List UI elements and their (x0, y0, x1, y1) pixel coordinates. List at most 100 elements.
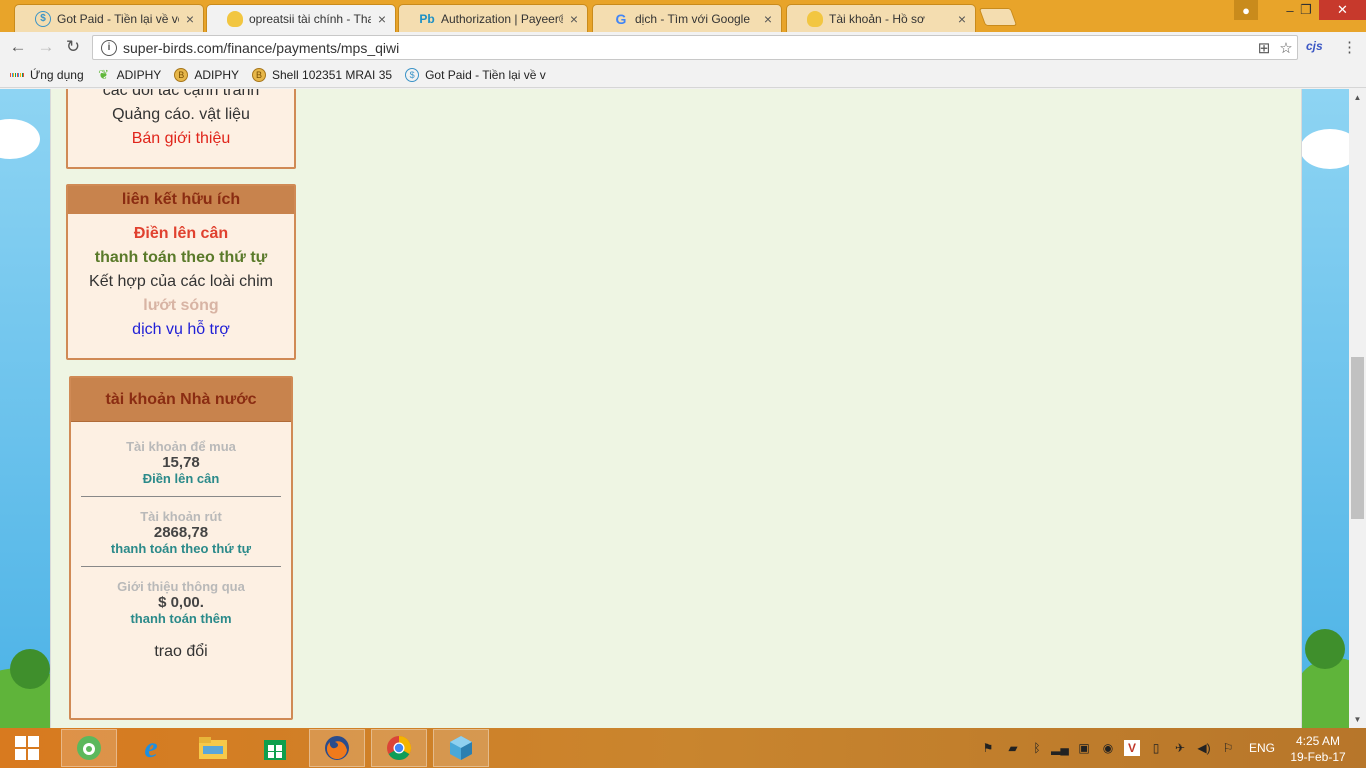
page-viewport: các đối tác cạnh tranh Quảng cáo. vật li… (0, 89, 1349, 728)
link-fill-balance[interactable]: Điền lên cân (68, 222, 294, 246)
tab-payeer[interactable]: Pb Authorization | Payeer® × (398, 4, 588, 32)
windows-logo-icon (15, 736, 39, 760)
scroll-up-icon[interactable]: ▲ (1349, 89, 1366, 106)
security-tray-icon[interactable]: ◉ (1100, 740, 1116, 756)
withdraw-account-label: Tài khoản rút (140, 509, 222, 524)
order-payment-link[interactable]: thanh toán theo thứ tự (71, 541, 291, 556)
scroll-down-icon[interactable]: ▼ (1349, 711, 1366, 728)
app-tray-icon[interactable]: ▰ (1005, 740, 1021, 756)
bookmark-star-icon[interactable]: ☆ (1275, 39, 1297, 57)
device-tray-icon[interactable]: ▯ (1148, 740, 1164, 756)
taskbar-app-coccoc[interactable] (61, 729, 117, 767)
page-scrollbar[interactable]: ▲ ▼ (1349, 89, 1366, 728)
close-icon[interactable]: × (761, 11, 775, 27)
extra-payment-link[interactable]: thanh toán thêm (71, 611, 291, 626)
link-order-payment[interactable]: thanh toán theo thứ tự (68, 246, 294, 270)
menu-link-partners[interactable]: các đối tác cạnh tranh (68, 89, 294, 103)
unikey-icon[interactable]: ▣ (1076, 740, 1092, 756)
new-tab-button[interactable] (978, 8, 1018, 26)
purchase-account-label: Tài khoản để mua (126, 439, 236, 454)
taskbar-app-chrome[interactable] (371, 729, 427, 767)
wifi-off-icon[interactable]: ✈ (1172, 740, 1188, 756)
tab-google[interactable]: G dịch - Tìm với Google × (592, 4, 782, 32)
purchase-account-value: 15,78 (162, 454, 200, 471)
taskbar-app-explorer[interactable] (185, 729, 241, 767)
store-icon (264, 740, 286, 760)
user-profile-icon[interactable]: ● (1234, 0, 1258, 20)
info-icon[interactable]: i (101, 39, 117, 56)
taskbar-app-cube[interactable] (433, 729, 489, 767)
bookmark-shell[interactable]: B Shell 102351 MRAI 35 (252, 67, 393, 82)
tab-title: opreatsii tài chính - Than (249, 11, 371, 26)
tree-decoration (1305, 629, 1345, 669)
system-clock[interactable]: 4:25 AM 19-Feb-17 (1288, 733, 1348, 765)
bluetooth-icon[interactable]: ᛒ (1029, 740, 1045, 756)
close-window-icon[interactable]: ✕ (1319, 0, 1366, 20)
menu-link-sell-referrals[interactable]: Bán giới thiệu (68, 127, 294, 151)
notification-flag-icon[interactable]: ⚐ (1220, 740, 1236, 756)
tab-title: Tài khoản - Hồ sơ (829, 11, 925, 26)
address-bar[interactable]: i super-birds.com/finance/payments/mps_q… (92, 35, 1298, 60)
forward-arrow-icon[interactable]: → (36, 37, 56, 57)
bookmark-adiphy-2[interactable]: B ADIPHY (174, 67, 239, 82)
tree-decoration (10, 649, 50, 689)
tab-opreatsii[interactable]: opreatsii tài chính - Than × (206, 4, 396, 32)
tab-title: Got Paid - Tiền lại về với (57, 11, 179, 26)
bookmark-label: ADIPHY (194, 67, 239, 82)
taskbar-app-ie[interactable]: e (123, 729, 179, 767)
volume-icon[interactable]: ◀) (1196, 740, 1212, 756)
network-tray-icon[interactable]: ⚑ (980, 740, 996, 756)
maximize-icon[interactable]: ❐ (1292, 0, 1320, 20)
bird-icon (807, 10, 823, 27)
browser-toolbar: ← → ↻ i super-birds.com/finance/payments… (0, 32, 1366, 62)
bookmark-adiphy-1[interactable]: ❦ ADIPHY (97, 66, 162, 82)
close-icon[interactable]: × (955, 11, 969, 27)
google-icon: G (615, 10, 627, 27)
fill-balance-link[interactable]: Điền lên cân (71, 471, 291, 486)
exchange-link[interactable]: trao đổi (71, 640, 291, 664)
coin-icon: B (174, 67, 189, 82)
bookmark-got-paid[interactable]: $ Got Paid - Tiền lại về v (405, 67, 546, 82)
referral-label: Giới thiệu thông qua (117, 579, 245, 594)
link-support-service[interactable]: dịch vụ hỗ trợ (68, 318, 294, 342)
tab-got-paid[interactable]: $ Got Paid - Tiền lại về với × (14, 4, 204, 32)
translate-icon[interactable]: ⊞ (1253, 39, 1275, 57)
bookmark-apps[interactable]: Ứng dụng (9, 68, 84, 82)
reload-icon[interactable]: ↻ (63, 37, 83, 57)
taskbar-app-store[interactable] (247, 729, 303, 767)
firefox-icon (325, 736, 349, 760)
clock-date: 19-Feb-17 (1290, 750, 1346, 764)
close-icon[interactable]: × (183, 11, 197, 27)
menu-link-ad-materials[interactable]: Quảng cáo. vật liệu (68, 103, 294, 127)
start-button[interactable] (0, 729, 54, 767)
apps-grid-icon (9, 68, 25, 82)
purchase-account-section: Tài khoản để mua 15,78 Điền lên cân (71, 439, 291, 486)
close-icon[interactable]: × (567, 11, 581, 27)
chrome-icon (387, 736, 412, 761)
tab-title: Authorization | Payeer® (441, 11, 563, 26)
bookmarks-bar: Ứng dụng ❦ ADIPHY B ADIPHY B Shell 10235… (0, 62, 1366, 88)
clock-time: 4:25 AM (1295, 734, 1341, 748)
scrollbar-thumb[interactable] (1351, 357, 1364, 519)
close-icon[interactable]: × (375, 11, 389, 27)
leaf-icon: ❦ (98, 66, 110, 82)
coin-icon: B (252, 67, 266, 82)
account-status-title: tài khoản Nhà nước (71, 378, 291, 422)
tab-account[interactable]: Tài khoản - Hồ sơ × (786, 4, 976, 32)
bookmark-label: Shell 102351 MRAI 35 (272, 67, 393, 82)
dollar-circle-icon: $ (35, 10, 51, 27)
url-text[interactable]: super-birds.com/finance/payments/mps_qiw… (123, 40, 1253, 56)
v-tray-icon[interactable]: V (1124, 740, 1140, 756)
bookmark-label: ADIPHY (116, 67, 162, 82)
taskbar-app-firefox[interactable] (309, 729, 365, 767)
signal-icon[interactable]: ▂▄ (1051, 740, 1069, 756)
payeer-icon: Pb (419, 11, 435, 26)
link-surfing[interactable]: lướt sóng (68, 294, 294, 318)
extension-cjs[interactable]: cjs (1306, 39, 1323, 53)
page-content: các đối tác cạnh tranh Quảng cáo. vật li… (50, 89, 1302, 728)
back-arrow-icon[interactable]: ← (8, 37, 28, 57)
menu-box: các đối tác cạnh tranh Quảng cáo. vật li… (66, 89, 296, 169)
language-indicator[interactable]: ENG (1249, 741, 1275, 755)
link-bird-combination[interactable]: Kết hợp của các loài chim (68, 270, 294, 294)
more-menu-icon[interactable]: ⋮ (1342, 38, 1357, 56)
